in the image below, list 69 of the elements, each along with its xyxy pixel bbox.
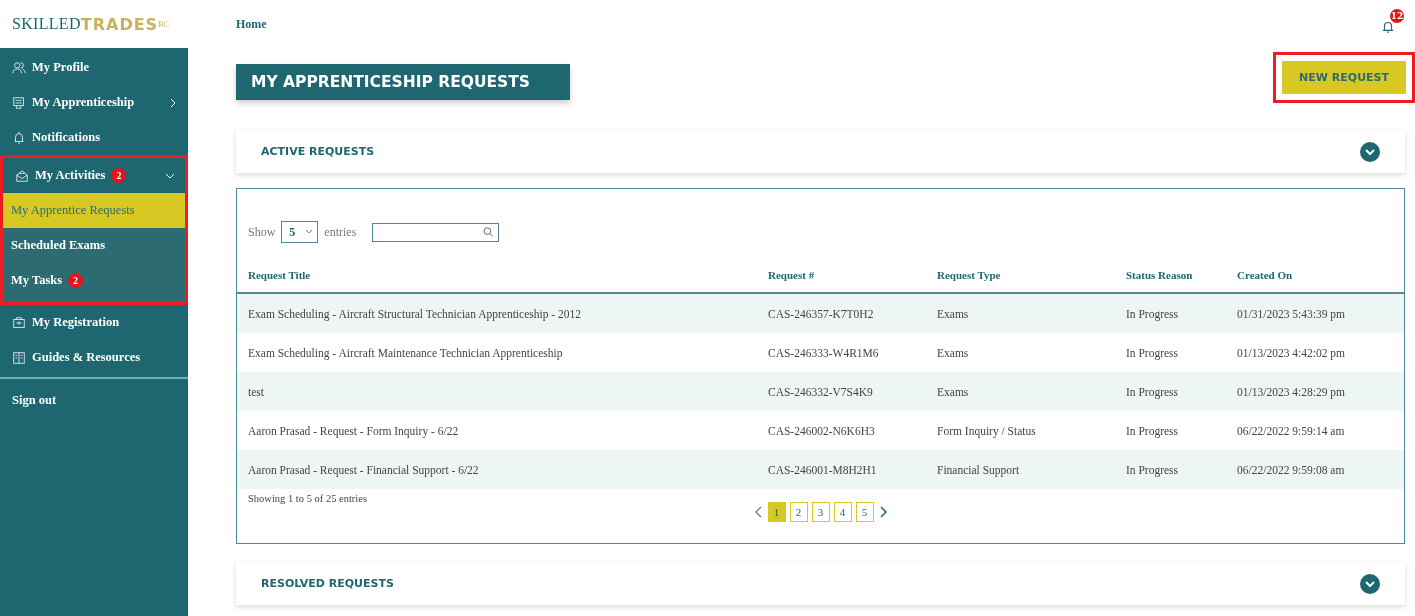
table-cell: Form Inquiry / Status <box>926 411 1115 450</box>
caret-icon <box>305 228 314 236</box>
table-cell: CAS-246333-W4R1M6 <box>757 333 926 372</box>
sidebar-item[interactable]: My Registration <box>0 305 188 340</box>
sidebar-item[interactable]: My Activities 2 <box>3 158 185 193</box>
previous-page-icon[interactable] <box>753 506 764 518</box>
table-cell: CAS-246332-V7S4K9 <box>757 372 926 411</box>
table-cell: Aaron Prasad - Request - Form Inquiry - 6/22 <box>237 411 757 450</box>
table-cell: In Progress <box>1115 372 1226 411</box>
bell-icon[interactable] <box>1381 19 1395 33</box>
menu-icon <box>12 95 26 110</box>
entries-label: entries <box>324 224 357 240</box>
page-size-select[interactable]: 5 <box>281 221 319 243</box>
table-cell: Aaron Prasad - Request - Financial Support - 6/22 <box>237 450 757 489</box>
section-title: ACTIVE REQUESTS <box>261 145 375 158</box>
table-cell: 01/13/2023 4:28:29 pm <box>1226 372 1404 411</box>
sidebar-item[interactable]: My Apprenticeship <box>0 85 188 120</box>
notification-badge: 12 <box>1390 9 1404 23</box>
submenu-item[interactable]: Scheduled Exams <box>3 228 185 263</box>
sidebar-item[interactable]: Notifications <box>0 120 188 155</box>
page-button[interactable]: 4 <box>833 502 852 522</box>
menu-icon <box>15 168 29 183</box>
show-label: Show <box>248 224 276 240</box>
table-cell: 01/13/2023 4:42:02 pm <box>1226 333 1404 372</box>
menu-icon <box>12 60 26 75</box>
table-cell: Exams <box>926 293 1115 333</box>
table-cell: 06/22/2022 9:59:08 am <box>1226 450 1404 489</box>
table-cell: test <box>237 372 757 411</box>
menu-icon <box>12 130 26 145</box>
page-button[interactable]: 3 <box>811 502 830 522</box>
table-cell: Exam Scheduling - Aircraft Structural Technician Apprenticeship - 2012 <box>237 293 757 333</box>
entries-info: Showing 1 to 5 of 25 entries <box>247 492 368 504</box>
section-header[interactable]: RESOLVED REQUESTS <box>236 562 1405 605</box>
next-page-icon[interactable] <box>877 506 888 518</box>
page-button[interactable]: 5 <box>855 502 874 522</box>
table-cell: CAS-246002-N6K6H3 <box>757 411 926 450</box>
table-cell: Exam Scheduling - Aircraft Maintenance Technician Apprenticeship <box>237 333 757 372</box>
chevron-down-circle-icon[interactable] <box>1360 141 1380 162</box>
submenu-item[interactable]: My Tasks 2 <box>3 263 185 298</box>
chevron-icon <box>168 97 178 108</box>
sidebar-item[interactable]: Guides & Resources <box>0 340 188 375</box>
submenu-item[interactable]: My Apprentice Requests <box>3 193 185 228</box>
sidebar-item[interactable]: My Profile <box>0 50 188 85</box>
page-title: MY APPRENTICESHIP REQUESTS <box>236 64 570 100</box>
new-request-button[interactable]: NEW REQUEST <box>1282 61 1406 94</box>
table-cell: In Progress <box>1115 411 1226 450</box>
table-cell: Financial Support <box>926 450 1115 489</box>
sign-out-link[interactable]: Sign out <box>0 383 188 418</box>
table-cell: Exams <box>926 372 1115 411</box>
count-badge: 2 <box>68 273 84 288</box>
table-cell: CAS-246357-K7T0H2 <box>757 293 926 333</box>
table-cell: CAS-246001-M8H2H1 <box>757 450 926 489</box>
chevron-down-circle-icon[interactable] <box>1360 573 1380 594</box>
table-cell: 01/31/2023 5:43:39 pm <box>1226 293 1404 333</box>
menu-icon <box>12 315 26 330</box>
breadcrumb-link[interactable]: Home <box>236 16 267 32</box>
menu-icon <box>12 350 26 365</box>
table-cell: In Progress <box>1115 293 1226 333</box>
page-button[interactable]: 1 <box>767 502 786 522</box>
count-badge: 2 <box>111 168 127 183</box>
table-cell: Exams <box>926 333 1115 372</box>
section-title: RESOLVED REQUESTS <box>261 577 394 590</box>
table-cell: 06/22/2022 9:59:14 am <box>1226 411 1404 450</box>
page-button[interactable]: 2 <box>789 502 808 522</box>
search-field[interactable] <box>372 222 500 242</box>
search-icon <box>482 226 494 238</box>
section-header[interactable]: ACTIVE REQUESTS <box>236 130 1405 173</box>
table-cell: In Progress <box>1115 450 1226 489</box>
table-cell: In Progress <box>1115 333 1226 372</box>
